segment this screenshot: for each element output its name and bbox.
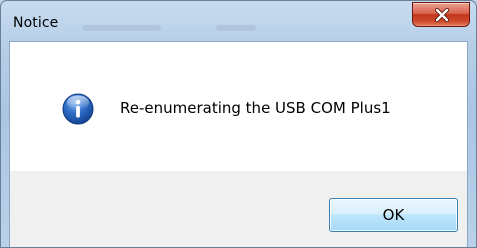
titlebar-background-blur: [216, 25, 256, 31]
close-button[interactable]: [412, 2, 470, 27]
dialog-client-area: Re-enumerating the USB COM Plus1 OK: [9, 41, 468, 247]
title-bar[interactable]: Notice: [1, 1, 476, 41]
titlebar-background-blur: [83, 25, 161, 31]
info-icon: [62, 93, 94, 125]
ok-button[interactable]: OK: [329, 198, 458, 232]
message-text: Re-enumerating the USB COM Plus1: [120, 99, 391, 117]
notice-dialog: Notice Re-enumerating the USB COM Plus1 …: [0, 0, 477, 248]
message-area: Re-enumerating the USB COM Plus1: [10, 42, 467, 171]
window-title: Notice: [13, 15, 59, 31]
close-icon: [434, 8, 450, 22]
